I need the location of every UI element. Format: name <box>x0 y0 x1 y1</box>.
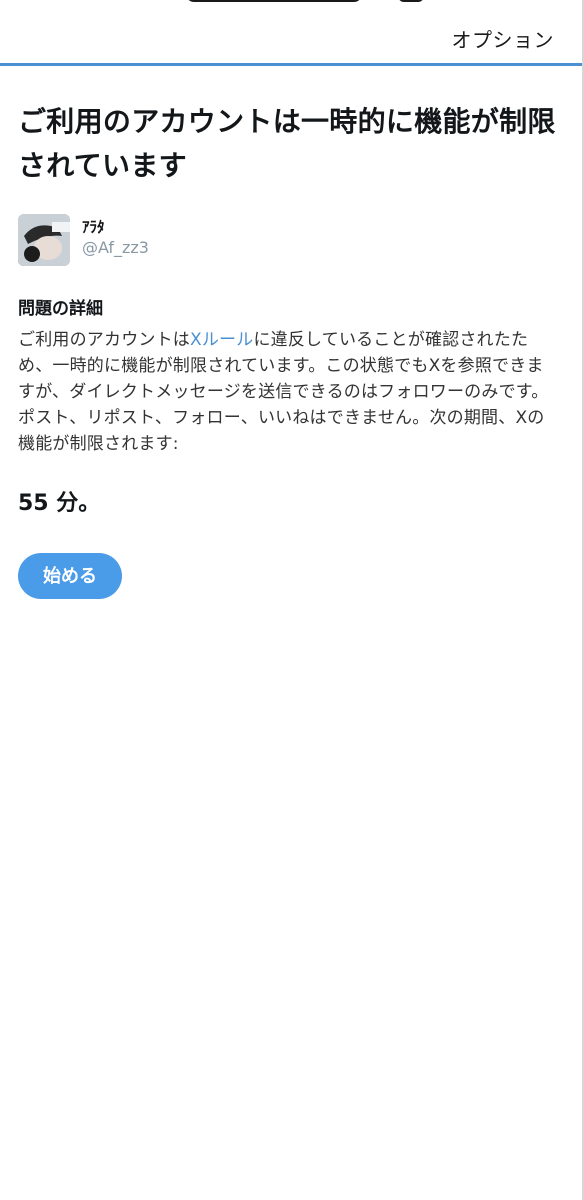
account-card: ｱﾗﾀ @Af_zz3 <box>18 214 560 268</box>
x-rules-link[interactable]: Xルール <box>190 330 253 350</box>
details-body: ご利用のアカウントはXルールに違反していることが確認されたため、一時的に機能が制… <box>18 327 560 457</box>
options-link[interactable]: オプション <box>452 24 555 53</box>
start-button[interactable]: 始める <box>18 553 122 599</box>
details-heading: 問題の詳細 <box>18 299 103 319</box>
account-display-name: ｱﾗﾀ <box>82 218 105 236</box>
avatar-image-icon <box>18 214 70 266</box>
main-content: ご利用のアカウントは一時的に機能が制限されています ｱﾗﾀ @Af_zz3 問題… <box>18 100 560 599</box>
avatar <box>18 214 70 266</box>
restriction-duration: 55 分。 <box>18 491 101 516</box>
restriction-page: オプション ご利用のアカウントは一時的に機能が制限されています ｱﾗﾀ @Af_… <box>0 0 584 1200</box>
top-bar: オプション <box>0 0 582 66</box>
page-title: ご利用のアカウントは一時的に機能が制限されています <box>18 105 556 182</box>
account-handle: @Af_zz3 <box>82 238 149 257</box>
details-text-intro: ご利用のアカウントは <box>18 330 190 350</box>
